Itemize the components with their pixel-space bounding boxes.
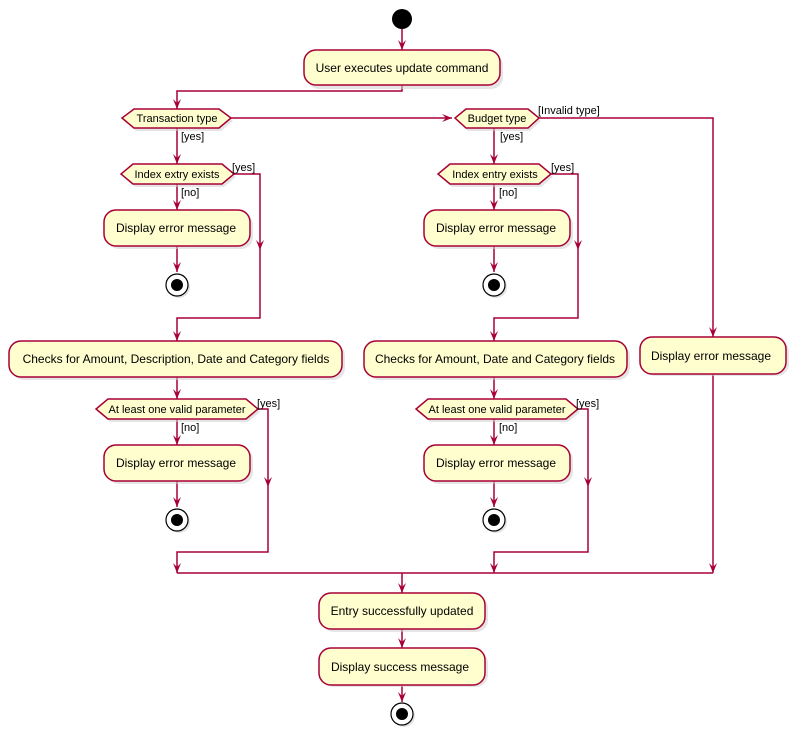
decision-transaction-type: Transaction type xyxy=(120,108,233,131)
label: Entry successfully updated xyxy=(331,604,474,618)
label: Display error message xyxy=(116,456,236,470)
label: User executes update command xyxy=(316,61,489,75)
guard-t-index-no: [no] xyxy=(181,187,199,199)
activity-t-error-2: Display error message xyxy=(103,444,253,484)
label: Display error message xyxy=(436,221,556,235)
guard-transaction-yes: [yes] xyxy=(181,131,204,143)
stop-node-t-1 xyxy=(165,273,190,298)
edge-t-index-yes xyxy=(176,173,261,341)
guard-t-param-yes: [yes] xyxy=(257,398,280,410)
decision-b-valid-param: At least one valid parameter xyxy=(414,398,580,422)
guard-b-index-no: [no] xyxy=(499,187,517,199)
activity-entry-updated: Entry successfully updated xyxy=(318,592,488,632)
guard-b-param-no: [no] xyxy=(499,422,517,434)
label: Checks for Amount, Description, Date and… xyxy=(23,352,330,366)
activity-user-executes: User executes update command xyxy=(303,49,503,89)
activity-t-checks: Checks for Amount, Description, Date and… xyxy=(8,340,345,380)
label: Display error message xyxy=(116,221,236,235)
label: At least one valid parameter xyxy=(109,404,246,416)
decision-t-index-exists: Index extry exists xyxy=(119,163,236,187)
decision-budget-type: Budget type xyxy=(453,108,541,131)
activity-invalid-error: Display error message xyxy=(639,336,789,376)
guard-budget-yes: [yes] xyxy=(500,131,523,143)
decision-t-valid-param: At least one valid parameter xyxy=(94,398,260,422)
activity-b-error-1: Display error message xyxy=(423,209,573,249)
label: Index extry exists xyxy=(135,169,220,181)
label: At least one valid parameter xyxy=(429,404,566,416)
stop-node-t-2 xyxy=(165,508,190,533)
stop-node-b-2 xyxy=(482,508,507,533)
label: Budget type xyxy=(468,113,527,125)
activity-b-checks: Checks for Amount, Date and Category fie… xyxy=(363,340,630,380)
label: Display error message xyxy=(651,349,771,363)
label: Display success message xyxy=(331,660,469,674)
stop-node-b-1 xyxy=(482,273,507,298)
activity-t-error-1: Display error message xyxy=(103,209,253,249)
edge-b-index-yes xyxy=(493,173,579,341)
start-node xyxy=(392,9,412,29)
label: Transaction type xyxy=(137,113,218,125)
guard-b-param-yes: [yes] xyxy=(576,398,599,410)
guard-b-index-yes: [yes] xyxy=(551,162,574,174)
guard-t-index-yes: [yes] xyxy=(232,162,255,174)
decision-b-index-exists: Index entry exists xyxy=(436,163,553,187)
end-node xyxy=(390,702,415,727)
guard-invalid-type: [Invalid type] xyxy=(538,105,600,117)
label: Index entry exists xyxy=(452,169,538,181)
activity-b-error-2: Display error message xyxy=(423,444,573,484)
label: Checks for Amount, Date and Category fie… xyxy=(375,352,615,366)
label: Display error message xyxy=(436,456,556,470)
activity-diagram: User executes update command Transaction… xyxy=(8,9,789,727)
activity-success-message: Display success message xyxy=(318,647,488,687)
guard-t-param-no: [no] xyxy=(181,422,199,434)
